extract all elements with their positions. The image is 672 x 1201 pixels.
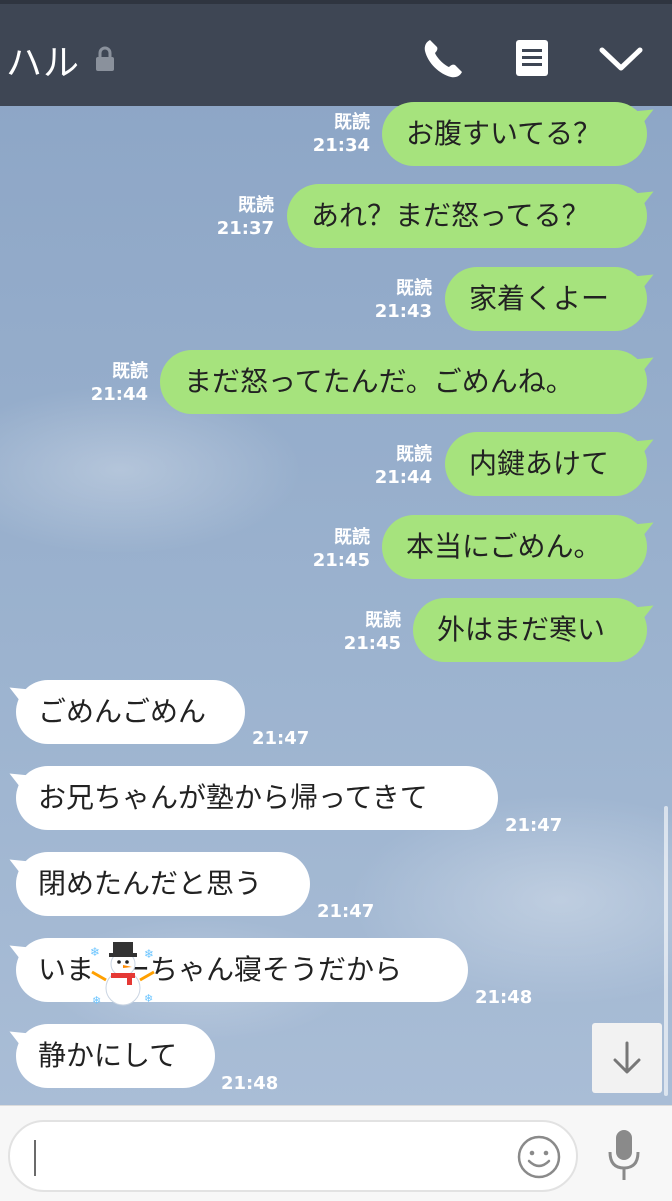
message-time: 21:48	[221, 1073, 279, 1094]
outgoing-message[interactable]: あれ？まだ怒ってる？	[287, 184, 647, 248]
read-receipt: 既読 21:44	[374, 444, 432, 488]
svg-text:❄: ❄	[144, 992, 153, 1005]
lock-icon	[96, 46, 114, 71]
outgoing-message[interactable]: 本当にごめん。	[382, 515, 647, 579]
incoming-message[interactable]: お兄ちゃんが塾から帰ってきて	[16, 766, 498, 830]
chevron-down-icon[interactable]	[598, 42, 644, 76]
text-caret	[34, 1140, 36, 1176]
read-receipt: 既読 21:37	[216, 195, 274, 239]
arrow-down-icon	[613, 1041, 641, 1074]
outgoing-message[interactable]: 内鍵あけて	[445, 432, 647, 496]
incoming-message[interactable]: 静かにして	[16, 1024, 215, 1088]
read-receipt: 既読 21:34	[312, 112, 370, 156]
svg-text:❄: ❄	[90, 945, 100, 959]
message-time: 21:47	[505, 815, 563, 836]
incoming-message[interactable]: ごめんごめん	[16, 680, 245, 744]
incoming-message[interactable]: 閉めたんだと思う	[16, 852, 310, 916]
note-icon[interactable]	[514, 38, 550, 78]
read-receipt: 既読 21:45	[343, 610, 401, 654]
outgoing-message[interactable]: 家着くよー	[445, 267, 647, 331]
read-receipt: 既読 21:44	[90, 361, 148, 405]
read-receipt: 既読 21:45	[312, 527, 370, 571]
chat-title: ハル	[6, 43, 81, 84]
message-time: 21:47	[252, 728, 310, 749]
emoji-icon[interactable]	[516, 1134, 562, 1180]
microphone-icon[interactable]	[604, 1128, 644, 1184]
scrollbar[interactable]	[664, 806, 668, 1096]
incoming-message[interactable]: いま ーちゃん寝そうだから	[16, 938, 468, 1002]
outgoing-message[interactable]: お腹すいてる？	[382, 102, 647, 166]
snowman-emoji: ❄ ❄ ❄ ❄	[90, 942, 155, 1007]
scroll-to-bottom-button[interactable]	[592, 1023, 662, 1093]
read-receipt: 既読 21:43	[374, 278, 432, 322]
message-input[interactable]	[8, 1120, 578, 1192]
outgoing-message[interactable]: まだ怒ってたんだ。ごめんね。	[160, 350, 647, 414]
phone-icon[interactable]	[420, 36, 466, 82]
svg-text:❄: ❄	[92, 994, 101, 1007]
message-time: 21:47	[317, 901, 375, 922]
outgoing-message[interactable]: 外はまだ寒い	[413, 598, 647, 662]
svg-text:❄: ❄	[144, 947, 154, 961]
message-time: 21:48	[475, 987, 533, 1008]
chat-header: ハル	[0, 0, 672, 106]
message-input-bar	[0, 1105, 672, 1201]
